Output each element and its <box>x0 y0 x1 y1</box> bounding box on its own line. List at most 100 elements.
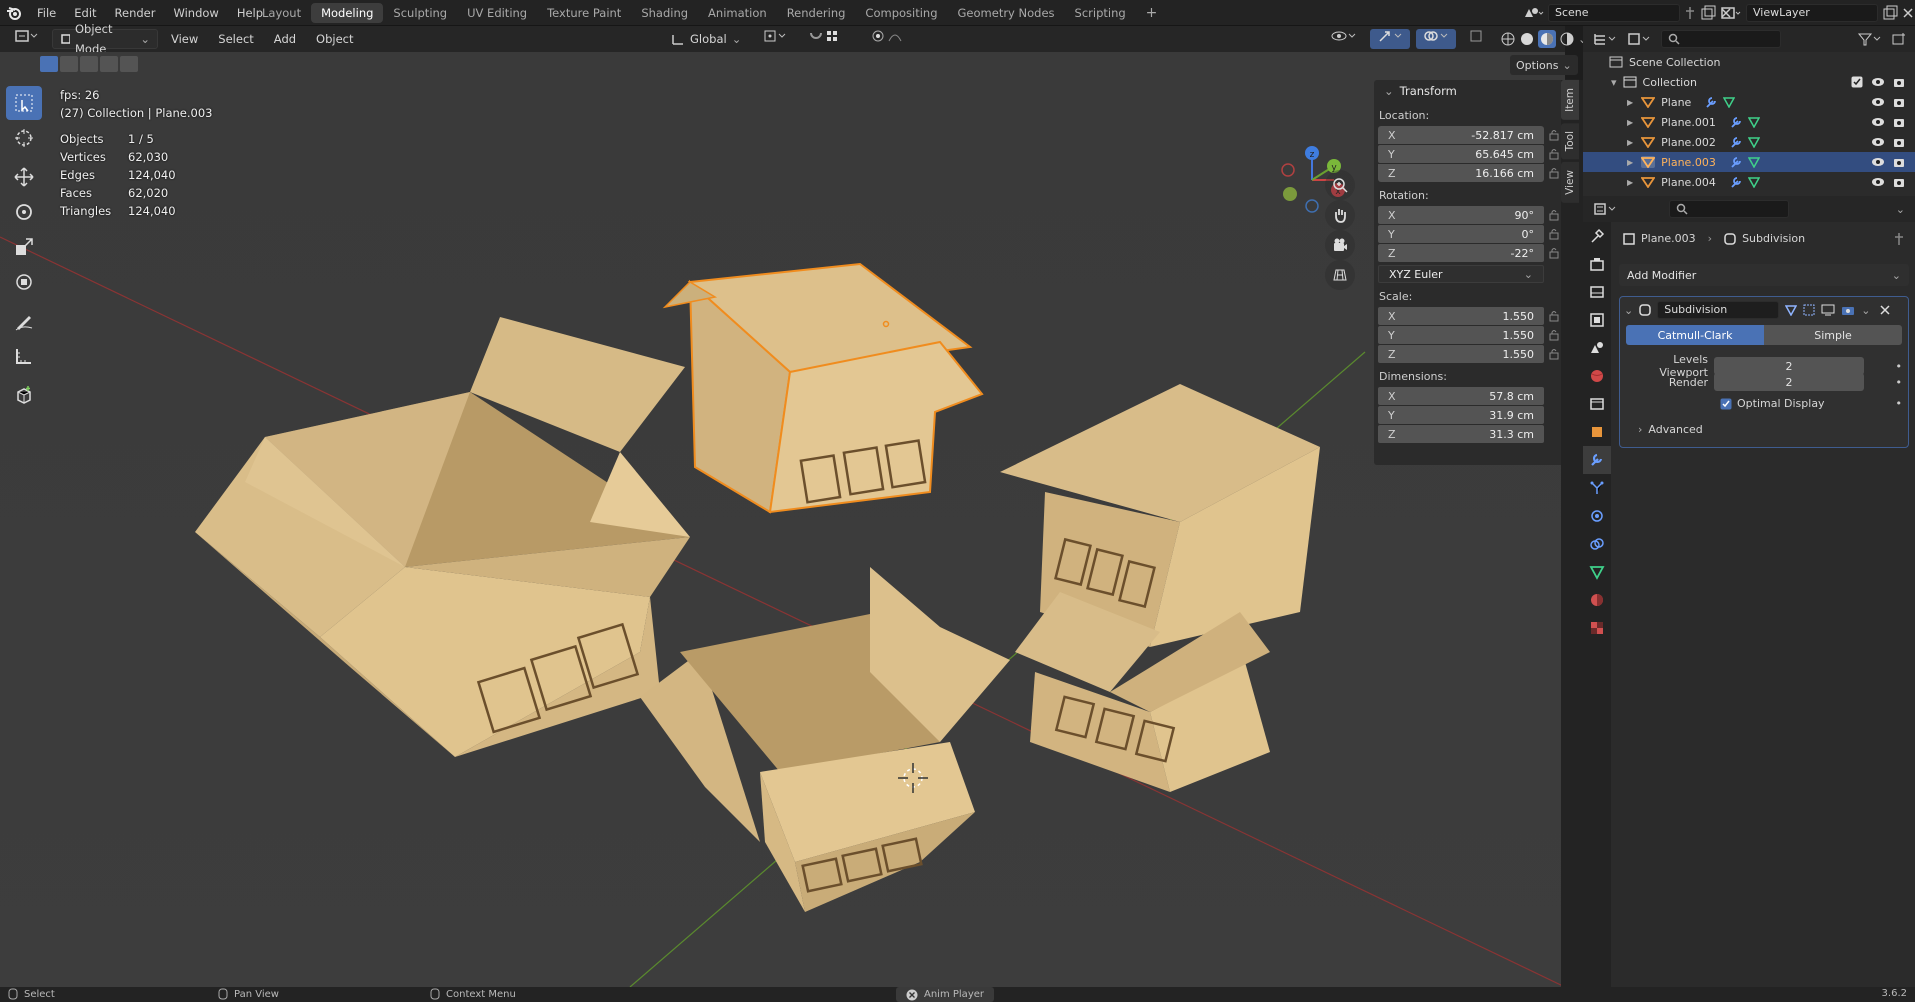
physics-tab-icon[interactable] <box>1583 502 1611 530</box>
eye-icon[interactable] <box>1871 136 1885 148</box>
outliner-editor-icon[interactable] <box>1593 32 1619 46</box>
collapse-chevron-icon[interactable]: ⌄ <box>1624 304 1633 317</box>
material-tab-icon[interactable] <box>1583 586 1611 614</box>
tab-modeling[interactable]: Modeling <box>311 3 384 23</box>
keyframe-dot-icon[interactable]: • <box>1896 376 1903 389</box>
camera-icon[interactable] <box>1893 96 1905 108</box>
eye-icon[interactable] <box>1871 96 1885 108</box>
wrench-modifier-icon[interactable] <box>1730 156 1742 168</box>
3d-viewport[interactable]: x z y fps: 26 (27) Collection | Plane.00… <box>0 52 1565 987</box>
visibility-icon[interactable] <box>1324 29 1364 49</box>
add-modifier-dropdown[interactable]: Add Modifier ⌄ <box>1619 264 1909 286</box>
select-intersect-icon[interactable] <box>120 56 138 72</box>
scale-y-field[interactable]: Y 1.550 <box>1378 326 1544 344</box>
tab-view[interactable]: View <box>1561 162 1579 204</box>
rotate-tool-icon[interactable] <box>6 195 42 229</box>
tool-tab-icon[interactable] <box>1583 222 1611 250</box>
location-x-field[interactable]: X -52.817 cm <box>1378 126 1544 144</box>
rendered-shading-icon[interactable] <box>1559 31 1575 47</box>
orientation-dropdown[interactable]: Global ⌄ <box>664 29 748 49</box>
material-shading-icon[interactable] <box>1538 30 1556 48</box>
tab-animation[interactable]: Animation <box>698 3 777 23</box>
overlays-icon[interactable] <box>1416 29 1456 49</box>
scene-field[interactable]: Scene <box>1548 4 1680 22</box>
tab-layout[interactable]: Layout <box>252 3 311 23</box>
rotation-mode-dropdown[interactable]: XYZ Euler ⌄ <box>1378 265 1544 283</box>
properties-search-input[interactable] <box>1669 200 1789 218</box>
tab-uv-editing[interactable]: UV Editing <box>457 3 537 23</box>
select-invert-icon[interactable] <box>100 56 118 72</box>
scene-icon[interactable] <box>1522 5 1544 21</box>
new-collection-icon[interactable] <box>1891 32 1907 46</box>
render-toggle-icon[interactable] <box>1841 304 1855 316</box>
tab-scripting[interactable]: Scripting <box>1065 3 1136 23</box>
menu-object[interactable]: Object <box>309 29 360 49</box>
texture-tab-icon[interactable] <box>1583 614 1611 642</box>
mesh-data-icon[interactable] <box>1747 176 1760 188</box>
outliner-object-plane[interactable]: ▶ Plane <box>1583 92 1915 112</box>
close-icon[interactable] <box>906 989 918 1001</box>
zoom-icon[interactable] <box>1325 170 1355 200</box>
chevron-down-icon[interactable]: ⌄ <box>1896 203 1905 216</box>
wrench-modifier-icon[interactable] <box>1705 96 1717 108</box>
mesh-data-icon[interactable] <box>1747 156 1760 168</box>
proportional-editing-icon[interactable] <box>864 29 914 49</box>
wrench-modifier-icon[interactable] <box>1730 116 1742 128</box>
location-y-field[interactable]: Y 65.645 cm <box>1378 145 1544 163</box>
eye-icon[interactable] <box>1871 156 1885 168</box>
tab-shading[interactable]: Shading <box>631 3 698 23</box>
edit-mode-toggle-icon[interactable] <box>1785 304 1798 316</box>
exclude-checkbox-icon[interactable] <box>1851 76 1863 88</box>
camera-icon[interactable] <box>1893 76 1905 88</box>
filter-icon[interactable] <box>1857 32 1883 46</box>
transform-panel-header[interactable]: ⌄ Transform <box>1374 80 1564 102</box>
constraints-tab-icon[interactable] <box>1583 530 1611 558</box>
select-new-icon[interactable] <box>40 56 58 72</box>
tab-texture-paint[interactable]: Texture Paint <box>537 3 631 23</box>
measure-tool-icon[interactable] <box>6 339 42 373</box>
eye-icon[interactable] <box>1871 176 1885 188</box>
keyframe-dot-icon[interactable]: • <box>1896 360 1903 373</box>
world-tab-icon[interactable] <box>1583 362 1611 390</box>
wrench-modifier-icon[interactable] <box>1730 176 1742 188</box>
select-extend-icon[interactable] <box>60 56 78 72</box>
camera-icon[interactable] <box>1893 176 1905 188</box>
select-subtract-icon[interactable] <box>80 56 98 72</box>
render-tab-icon[interactable] <box>1583 250 1611 278</box>
menu-select[interactable]: Select <box>211 29 260 49</box>
editor-type-icon[interactable] <box>8 29 46 49</box>
pan-hand-icon[interactable] <box>1325 200 1355 230</box>
mesh-data-icon[interactable] <box>1747 116 1760 128</box>
camera-icon[interactable] <box>1893 116 1905 128</box>
view-layer-tab-icon[interactable] <box>1583 306 1611 334</box>
tab-item[interactable]: Item <box>1561 80 1579 120</box>
scene-tab-icon[interactable] <box>1583 334 1611 362</box>
chevron-right-icon[interactable]: ▶ <box>1627 178 1633 187</box>
gizmo-icon[interactable] <box>1370 29 1410 49</box>
outliner-object-plane-001[interactable]: ▶ Plane.001 <box>1583 112 1915 132</box>
delete-view-layer-icon[interactable] <box>1902 7 1914 19</box>
tab-compositing[interactable]: Compositing <box>855 3 947 23</box>
cursor-tool-icon[interactable] <box>6 121 42 155</box>
object-tab-icon[interactable] <box>1583 418 1611 446</box>
particles-tab-icon[interactable] <box>1583 474 1611 502</box>
pin-icon[interactable] <box>1893 232 1905 246</box>
camera-icon[interactable] <box>1893 136 1905 148</box>
location-z-field[interactable]: Z 16.166 cm <box>1378 164 1544 182</box>
options-dropdown[interactable]: Options ⌄ <box>1510 55 1578 75</box>
transform-tool-icon[interactable] <box>6 265 42 299</box>
rotation-x-field[interactable]: X 90° <box>1378 206 1544 224</box>
dimensions-y-field[interactable]: Y 31.9 cm <box>1378 406 1544 424</box>
wrench-modifier-icon[interactable] <box>1730 136 1742 148</box>
rotation-y-field[interactable]: Y 0° <box>1378 225 1544 243</box>
modifier-options-icon[interactable]: ⌄ <box>1861 304 1870 317</box>
camera-icon[interactable] <box>1893 156 1905 168</box>
advanced-subpanel[interactable]: › Advanced <box>1638 423 1703 436</box>
catmull-clark-button[interactable]: Catmull-Clark <box>1626 325 1764 345</box>
view-layer-icon[interactable] <box>1720 5 1742 21</box>
menu-file[interactable]: File <box>28 0 65 26</box>
move-tool-icon[interactable] <box>6 160 42 194</box>
solid-shading-icon[interactable] <box>1519 31 1535 47</box>
tab-tool[interactable]: Tool <box>1561 122 1579 160</box>
dimensions-z-field[interactable]: Z 31.3 cm <box>1378 425 1544 443</box>
